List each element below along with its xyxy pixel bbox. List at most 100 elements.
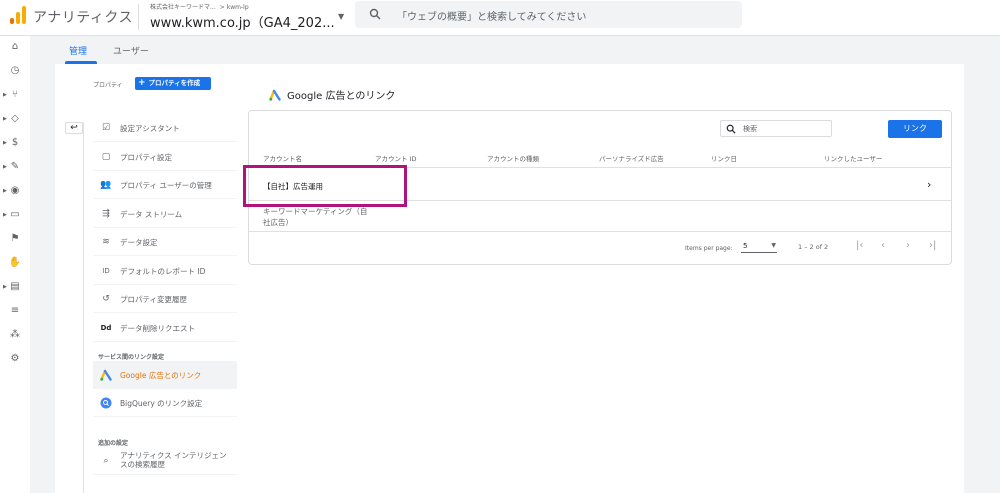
app-title: アナリティクス — [33, 10, 133, 26]
streams-icon: ⇶ — [102, 209, 110, 219]
left-rail: ⌂ ◷ ▶ ⑂ ▶ ◇ ▶ $ ▶ ✎ ▶ ◉ ▶ ▭ ⚑ ✋ ▶ ▤ ≡ ⁂ ⚙ — [0, 36, 30, 493]
window-icon: ▢ — [101, 152, 111, 162]
tab-user[interactable]: ユーザー — [113, 44, 149, 57]
link-button[interactable]: リンク — [888, 120, 942, 138]
section-header-extra: 追加の設定 — [98, 440, 129, 447]
share-icon[interactable]: ⁂ — [0, 327, 30, 343]
hand-icon[interactable]: ✋ — [0, 255, 30, 271]
nav-bigquery-links[interactable]: BigQuery のリンク設定 — [93, 389, 237, 417]
bigquery-icon — [100, 397, 112, 409]
wrench-icon[interactable]: ▶ ✎ — [0, 159, 30, 175]
admin-panel: プロパティ + プロパティを作成 ↩ ☑ 設定アシスタント ▢ プロパティ設定 👥… — [55, 64, 964, 493]
header-divider — [249, 167, 951, 168]
col-link-date[interactable]: リンク日 — [711, 153, 737, 163]
database-icon: ≋ — [102, 237, 110, 247]
items-per-page-value: 5 — [743, 242, 748, 250]
col-account-type[interactable]: アカウントの種類 — [487, 153, 539, 163]
nav-label: Google 広告とのリンク — [120, 371, 202, 380]
page-title-text: Google 広告とのリンク — [287, 91, 396, 102]
col-personalized-ads[interactable]: パーソナライズド広告 — [599, 153, 664, 163]
search-placeholder: 「ウェブの概要」と検索してみてください — [397, 12, 587, 23]
nav-label: デフォルトのレポート ID — [120, 267, 206, 276]
nav-google-ads-links[interactable]: Google 広告とのリンク — [93, 361, 237, 389]
nav-label: データ設定 — [120, 238, 158, 247]
tab-bar: 管理 ユーザー — [30, 36, 1000, 64]
caret-down-icon[interactable]: ▼ — [338, 12, 344, 21]
nav-label: データ ストリーム — [120, 210, 183, 219]
back-arrow-icon[interactable]: ↩ — [65, 122, 83, 134]
analytics-logo-icon[interactable] — [10, 6, 26, 24]
property-selector[interactable]: www.kwm.co.jp（GA4_202... — [150, 12, 335, 31]
devices-icon[interactable]: ▶ ▭ — [0, 207, 30, 223]
google-ads-icon — [269, 89, 281, 101]
nav-intelligence-history[interactable]: ⌕ アナリティクス インテリジェンスの検索履歴 — [93, 447, 237, 475]
network-icon[interactable]: ▶ ⑂ — [0, 87, 30, 103]
flag-icon[interactable]: ⚑ — [0, 231, 30, 247]
first-page-icon[interactable]: |‹ — [856, 240, 863, 251]
nav-label: アナリティクス インテリジェンスの検索履歴 — [120, 451, 227, 469]
account-breadcrumb[interactable]: 株式会社キーワードマ... > kwm-lp — [150, 2, 249, 11]
home-icon[interactable]: ⌂ — [0, 39, 30, 55]
col-linked-user[interactable]: リンクしたユーザー — [824, 153, 882, 163]
items-per-page-select[interactable]: 5 ▼ — [741, 240, 777, 253]
people-list-icon[interactable]: ≡ — [0, 303, 30, 319]
plus-icon: + — [138, 78, 146, 88]
prev-page-icon[interactable]: ‹ — [881, 240, 885, 251]
nav-label: プロパティ変更履歴 — [120, 295, 188, 304]
nav-label: 設定アシスタント — [120, 124, 180, 133]
create-property-button[interactable]: + プロパティを作成 — [135, 77, 211, 90]
property-label: プロパティ — [93, 82, 123, 89]
create-property-label: プロパティを作成 — [148, 79, 201, 87]
table-search-input[interactable]: 検索 — [720, 120, 832, 137]
nav-label: BigQuery のリンク設定 — [120, 399, 203, 408]
header-divider — [138, 4, 139, 30]
table-row[interactable]: 【自社】広告運用 — [263, 181, 323, 192]
col-account-id[interactable]: アカウント ID — [375, 153, 417, 163]
history-icon: ↺ — [102, 294, 110, 304]
links-table-card: 検索 リンク アカウント名 アカウント ID アカウントの種類 パーソナライズド… — [243, 110, 952, 265]
search-icon — [369, 8, 381, 20]
intelligence-icon: ⌕ — [103, 456, 109, 466]
chevron-right-icon[interactable]: › — [927, 178, 931, 191]
nav-property-settings[interactable]: ▢ プロパティ設定 — [93, 143, 237, 171]
nav-data-settings[interactable]: ≋ データ設定 — [93, 228, 237, 256]
checkbox-icon: ☑ — [101, 123, 111, 133]
nav-label: データ削除リクエスト — [120, 324, 195, 333]
globe-icon[interactable]: ▶ ◉ — [0, 183, 30, 199]
row-divider — [249, 231, 951, 232]
delete-data-icon: Dd — [100, 324, 112, 332]
tag-icon[interactable]: ▶ ◇ — [0, 111, 30, 127]
top-bar: アナリティクス 株式会社キーワードマ... > kwm-lp www.kwm.co.… — [0, 0, 1000, 36]
nav-label: プロパティ設定 — [120, 153, 173, 162]
next-page-icon[interactable]: › — [906, 240, 910, 251]
table-row[interactable]: キーワードマーケティング（自社広告） — [263, 206, 373, 228]
google-ads-icon — [100, 369, 112, 381]
row-divider — [249, 200, 951, 201]
report-icon[interactable]: ▶ ▤ — [0, 279, 30, 295]
col-account-name[interactable]: アカウント名 — [263, 153, 302, 163]
gear-icon[interactable]: ⚙ — [0, 351, 30, 367]
nav-setup-assistant[interactable]: ☑ 設定アシスタント — [93, 114, 237, 142]
pagination-range: 1 – 2 of 2 — [798, 243, 829, 251]
nav-property-users[interactable]: 👥 プロパティ ユーザーの管理 — [93, 171, 237, 199]
nav-data-streams[interactable]: ⇶ データ ストリーム — [93, 200, 237, 228]
page-title: Google 広告とのリンク — [269, 87, 395, 102]
nav-default-report-id[interactable]: ID デフォルトのレポート ID — [93, 257, 237, 285]
people-icon: 👥 — [100, 180, 112, 190]
account-name: 株式会社キーワードマ... — [150, 4, 216, 11]
tab-admin[interactable]: 管理 — [69, 44, 87, 57]
last-page-icon[interactable]: ›| — [929, 240, 936, 251]
nav-data-deletion[interactable]: Dd データ削除リクエスト — [93, 314, 237, 342]
nav-divider — [83, 122, 84, 493]
clock-icon[interactable]: ◷ — [0, 63, 30, 79]
items-per-page-label: Items per page: — [685, 245, 733, 252]
section-header-links: サービス間のリンク設定 — [98, 354, 165, 361]
search-icon — [726, 124, 736, 134]
account-sub: kwm-lp — [226, 4, 249, 11]
caret-down-icon: ▼ — [771, 242, 776, 249]
table-search-placeholder: 検索 — [743, 125, 757, 133]
nav-change-history[interactable]: ↺ プロパティ変更履歴 — [93, 285, 237, 313]
dollar-icon[interactable]: ▶ $ — [0, 135, 30, 151]
global-search[interactable]: 「ウェブの概要」と検索してみてください — [355, 1, 742, 28]
report-id-icon: ID — [102, 267, 110, 275]
